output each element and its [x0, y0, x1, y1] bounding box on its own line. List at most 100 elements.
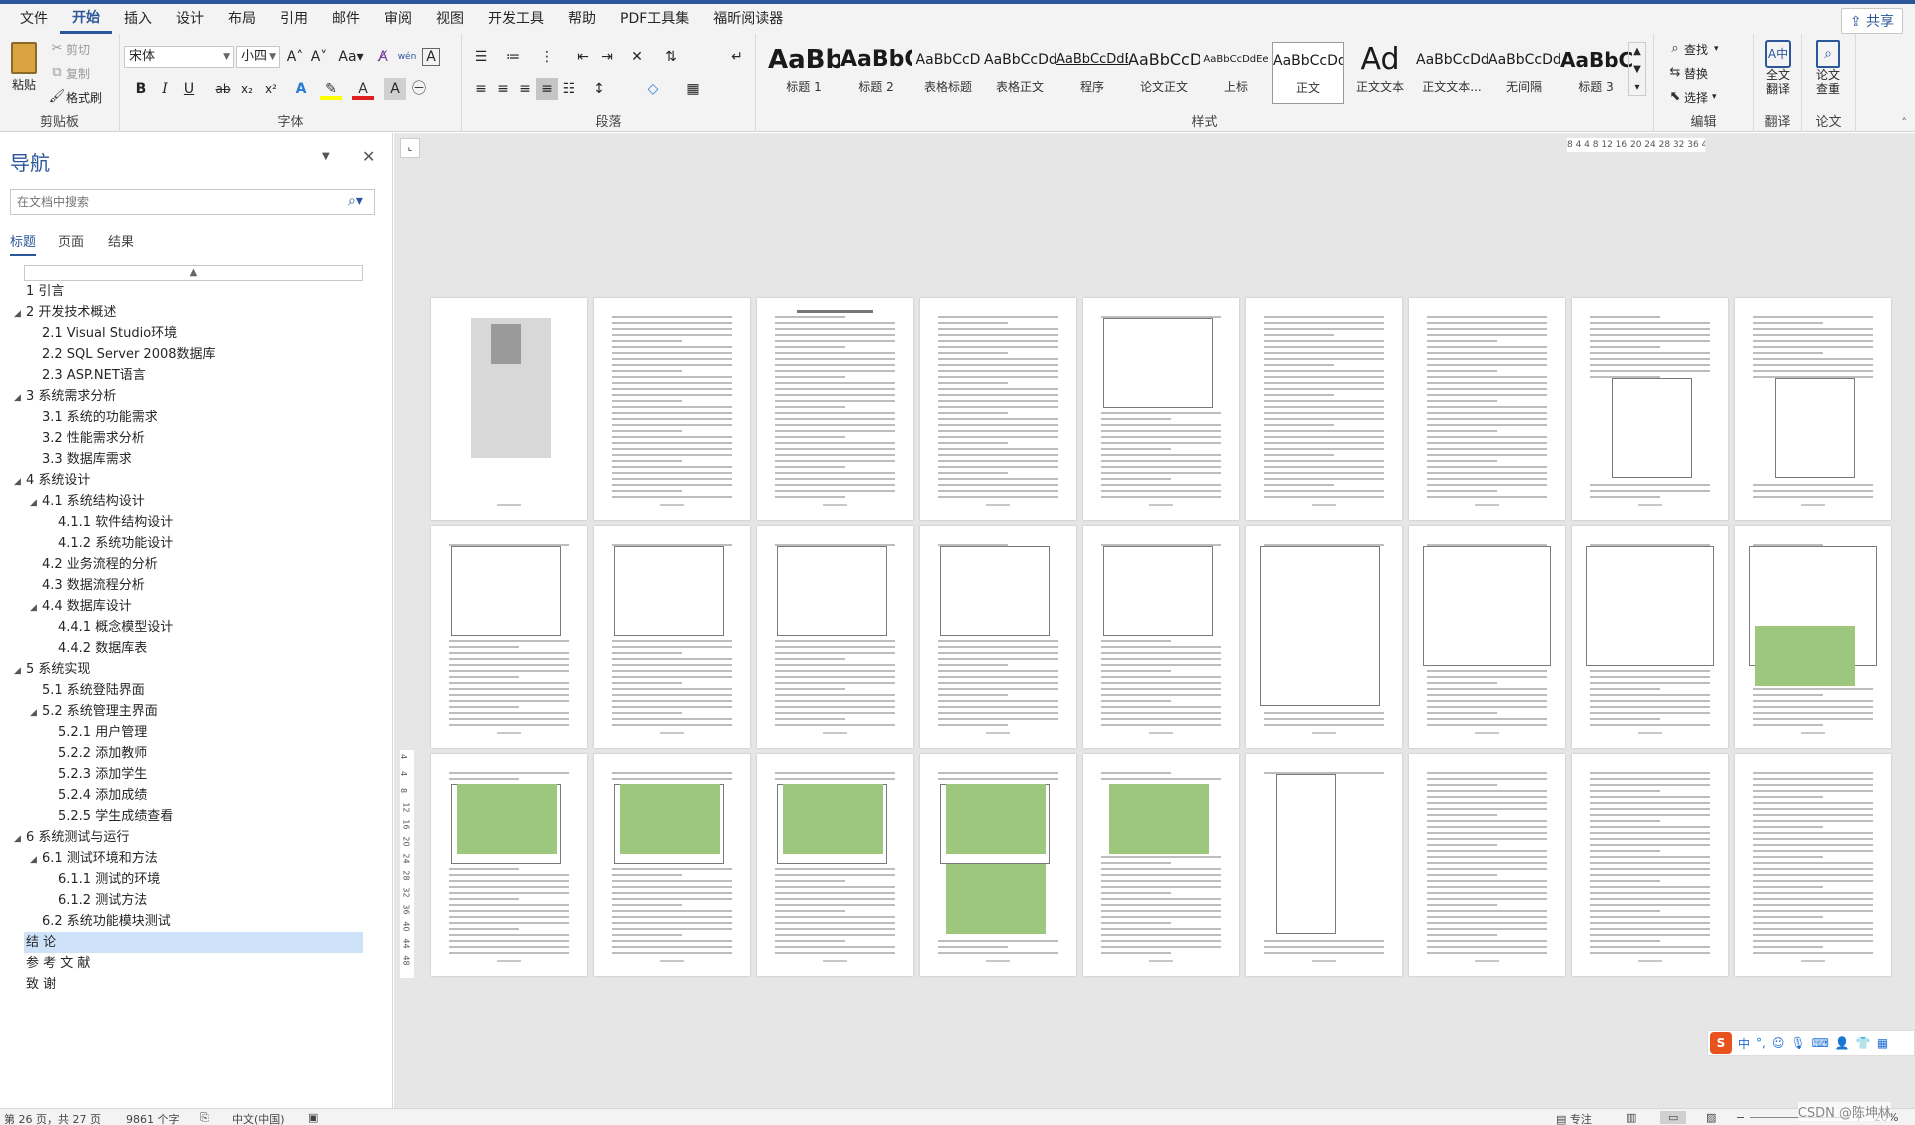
- page-thumbnail[interactable]: [1735, 754, 1891, 976]
- focus-icon[interactable]: ▤ 专注: [1556, 1111, 1592, 1125]
- ime-toolbar[interactable]: S 中 °, ☺ 🎙 ⌨ 👤 👕 ▦: [1707, 1030, 1915, 1056]
- nav-heading-item[interactable]: 3.1 系统的功能需求: [30, 407, 158, 428]
- subscript-icon[interactable]: x₂: [236, 78, 258, 100]
- grow-font-icon[interactable]: A˄: [284, 46, 306, 68]
- nav-heading-item[interactable]: ◢ 5.2 系统管理主界面: [30, 701, 158, 722]
- superscript-icon[interactable]: x²: [260, 78, 282, 100]
- page-thumbnail[interactable]: [594, 754, 750, 976]
- decrease-indent-icon[interactable]: ⇤: [572, 46, 594, 68]
- nav-tab[interactable]: 页面: [58, 231, 84, 250]
- page-thumbnail[interactable]: [1083, 526, 1239, 748]
- nav-heading-item[interactable]: 6.2 系统功能模块测试: [30, 911, 171, 932]
- menu-item[interactable]: PDF工具集: [608, 4, 701, 34]
- page-thumbnail[interactable]: [1409, 526, 1565, 748]
- expand-triangle-icon[interactable]: ◢: [14, 661, 26, 682]
- page-count[interactable]: 第 26 页，共 27 页: [4, 1111, 101, 1125]
- nav-heading-item[interactable]: 5.2.1 用户管理: [46, 722, 147, 743]
- nav-options-icon[interactable]: ▼: [322, 151, 330, 162]
- menu-item[interactable]: 开始: [60, 5, 112, 34]
- bold-icon[interactable]: B: [130, 78, 152, 100]
- page-thumbnail[interactable]: [431, 754, 587, 976]
- menu-item[interactable]: 审阅: [372, 4, 424, 34]
- share-button[interactable]: ⇪ 共享: [1840, 8, 1903, 34]
- page-thumbnail[interactable]: [594, 526, 750, 748]
- nav-heading-item[interactable]: ◢ 4.1 系统结构设计: [30, 491, 145, 512]
- multilevel-list-icon[interactable]: ⋮: [536, 46, 558, 68]
- nav-heading-item[interactable]: 5.2.3 添加学生: [46, 764, 147, 785]
- proofing-icon[interactable]: ⎘: [200, 1111, 209, 1125]
- change-case-button[interactable]: Aa▾: [336, 46, 366, 68]
- nav-tab[interactable]: 标题: [10, 231, 37, 256]
- menu-item[interactable]: 帮助: [556, 4, 608, 34]
- style-item[interactable]: Ad 正文文本: [1344, 42, 1416, 104]
- nav-heading-item[interactable]: 致 谢: [14, 974, 56, 995]
- page-thumbnail[interactable]: [1083, 298, 1239, 520]
- nav-heading-item[interactable]: ◢ 4.4 数据库设计: [30, 596, 132, 617]
- increase-indent-icon[interactable]: ⇥: [596, 46, 618, 68]
- phonetic-guide-button[interactable]: wén: [396, 46, 418, 68]
- nav-search-input[interactable]: [10, 189, 375, 215]
- nav-heading-item[interactable]: 参 考 文 献: [14, 953, 90, 974]
- chinese-layout-icon[interactable]: ✕: [626, 46, 648, 68]
- shrink-font-icon[interactable]: A˅: [308, 46, 330, 68]
- strikethrough-icon[interactable]: ab: [212, 78, 234, 100]
- nav-heading-item[interactable]: ◢ 6 系统测试与运行: [14, 827, 129, 848]
- menu-item[interactable]: 设计: [164, 4, 216, 34]
- page-thumbnail[interactable]: [920, 298, 1076, 520]
- nav-heading-item[interactable]: 5.2.5 学生成绩查看: [46, 806, 173, 827]
- style-item[interactable]: AaBbC 标题 3: [1560, 42, 1632, 104]
- replace-button[interactable]: ⇆ 替换: [1666, 64, 1708, 82]
- zoom-out-icon[interactable]: −: [1736, 1111, 1745, 1124]
- nav-heading-item[interactable]: ◢ 3 系统需求分析: [14, 386, 116, 407]
- nav-heading-item[interactable]: 4.4.1 概念模型设计: [46, 617, 173, 638]
- enclose-char-icon[interactable]: ㊀: [408, 78, 430, 100]
- expand-triangle-icon[interactable]: ◢: [30, 493, 42, 514]
- expand-triangle-icon[interactable]: ◢: [14, 472, 26, 493]
- horizontal-ruler[interactable]: 8 4 4 8 12 16 20 24 28 32 36 42 46: [1567, 138, 1705, 152]
- page-thumbnail[interactable]: [757, 526, 913, 748]
- nav-heading-item[interactable]: 5.2.2 添加教师: [46, 743, 147, 764]
- sort-icon[interactable]: ⇅: [660, 46, 682, 68]
- clear-format-icon[interactable]: A̸: [372, 46, 394, 68]
- style-item[interactable]: AaBbCcDd 无间隔: [1488, 42, 1560, 104]
- cut-button[interactable]: ✂ 剪切: [48, 40, 90, 58]
- expand-triangle-icon[interactable]: ◢: [14, 304, 26, 325]
- font-size-select[interactable]: 小四 ▼: [236, 46, 280, 68]
- menu-item[interactable]: 引用: [268, 4, 320, 34]
- expand-triangle-icon[interactable]: ◢: [30, 703, 42, 724]
- nav-heading-item[interactable]: ◢ 5 系统实现: [14, 659, 90, 680]
- style-item[interactable]: AaBbCcDdEe 程序: [1056, 42, 1128, 104]
- tab-stop-selector[interactable]: ⌞: [400, 138, 420, 158]
- line-spacing-icon[interactable]: ↕: [588, 78, 610, 100]
- page-thumbnail[interactable]: [1572, 754, 1728, 976]
- nav-heading-item[interactable]: 5.2.4 添加成绩: [46, 785, 147, 806]
- nav-heading-item[interactable]: ◢ 4 系统设计: [14, 470, 90, 491]
- style-item[interactable]: AaBbCcDd 正文: [1272, 42, 1344, 104]
- style-item[interactable]: AaBb 标题 1: [768, 42, 840, 104]
- char-border-icon[interactable]: A: [422, 48, 440, 66]
- menu-item[interactable]: 邮件: [320, 4, 372, 34]
- menu-item[interactable]: 开发工具: [476, 4, 556, 34]
- numbering-icon[interactable]: ≔: [502, 46, 524, 68]
- page-thumbnail[interactable]: [1246, 298, 1402, 520]
- nav-heading-item[interactable]: 4.1.2 系统功能设计: [46, 533, 173, 554]
- paper-check-button[interactable]: ⌕ 论文 查重: [1810, 40, 1846, 96]
- styles-scroll-icon[interactable]: ▲ ▼ ▾: [1628, 42, 1646, 96]
- full-translate-button[interactable]: A中 全文 翻译: [1760, 40, 1796, 96]
- nav-heading-item[interactable]: 结 论: [14, 932, 56, 953]
- nav-heading-item[interactable]: 1 引言: [14, 281, 64, 302]
- underline-icon[interactable]: U: [178, 78, 200, 100]
- font-color-icon[interactable]: A: [352, 78, 374, 100]
- nav-heading-item[interactable]: 6.1.1 测试的环境: [46, 869, 160, 890]
- macro-icon[interactable]: ▣: [308, 1111, 318, 1124]
- nav-heading-item[interactable]: 5.1 系统登陆界面: [30, 680, 145, 701]
- copy-button[interactable]: ⧉ 复制: [48, 64, 90, 82]
- style-item[interactable]: AaBbCcDc 论文正文: [1128, 42, 1200, 104]
- print-layout-icon[interactable]: ▭: [1660, 1111, 1687, 1124]
- italic-icon[interactable]: I: [154, 78, 176, 100]
- nav-tab[interactable]: 结果: [108, 231, 134, 250]
- find-button[interactable]: ⌕ 查找 ▾: [1666, 40, 1718, 58]
- style-item[interactable]: AaBbCcDdEe 上标: [1200, 42, 1272, 104]
- web-layout-icon[interactable]: ▨: [1706, 1111, 1716, 1124]
- page-thumbnail[interactable]: [920, 526, 1076, 748]
